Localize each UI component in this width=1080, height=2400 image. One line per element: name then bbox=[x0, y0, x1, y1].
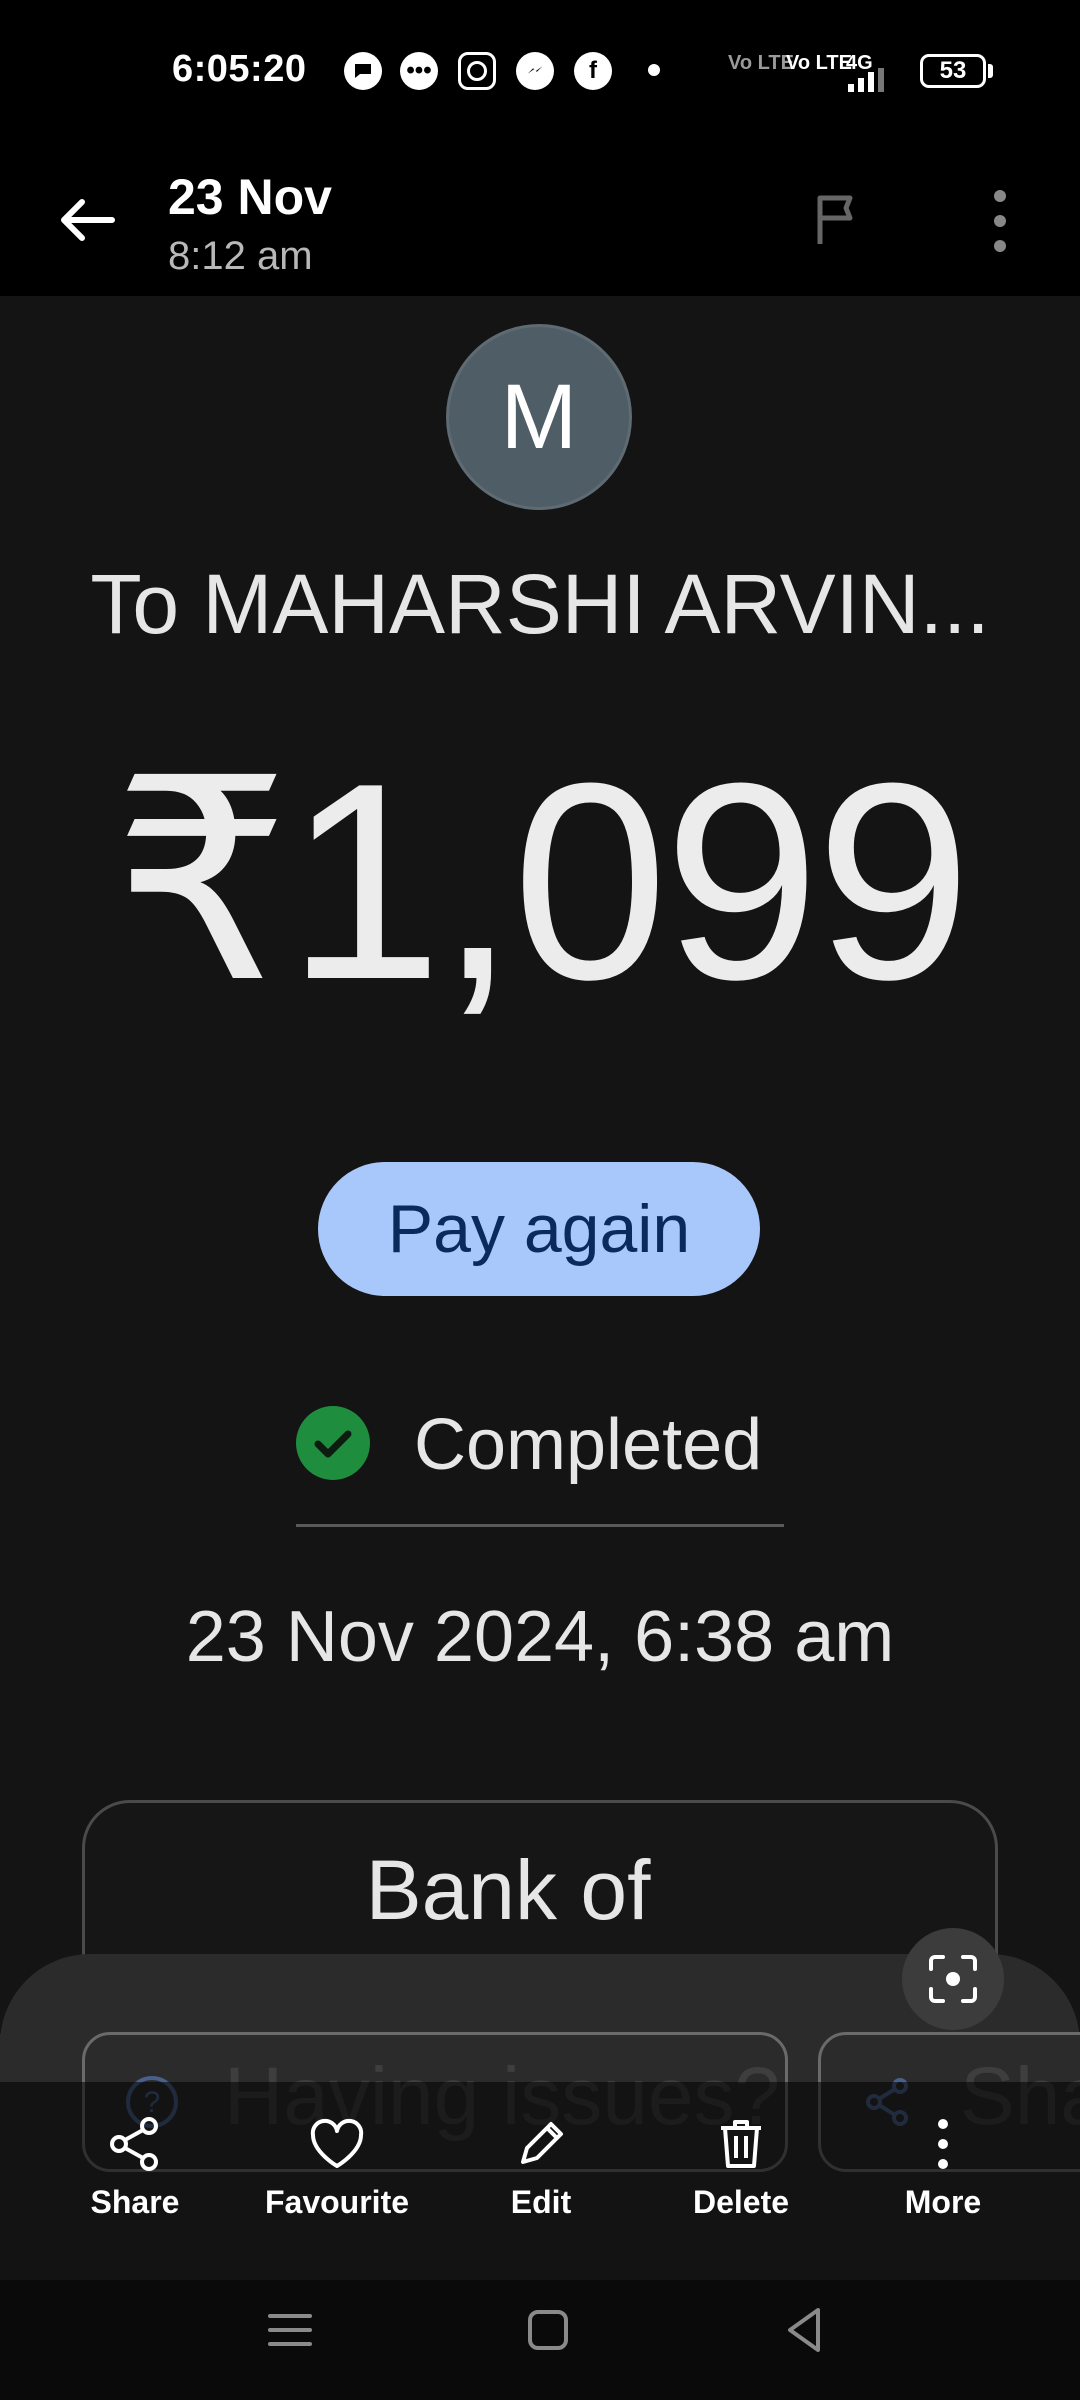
favourite-label: Favourite bbox=[264, 2184, 410, 2220]
status-time: 6:05:20 bbox=[172, 48, 307, 90]
payee-name: To MAHARSHI ARVIN... bbox=[90, 557, 990, 651]
share-icon bbox=[110, 2117, 158, 2171]
volte-indicator-1: Vo LTE bbox=[728, 52, 794, 74]
lens-icon bbox=[929, 1955, 977, 2003]
battery-icon: 53 bbox=[920, 54, 986, 88]
signal-icon bbox=[848, 68, 888, 92]
photo-date: 23 Nov bbox=[168, 169, 332, 225]
dot-icon bbox=[648, 64, 660, 76]
share-label: Share bbox=[90, 2184, 180, 2220]
battery-tip bbox=[988, 64, 993, 78]
battery-level: 53 bbox=[939, 57, 967, 84]
home-icon[interactable] bbox=[518, 2300, 578, 2360]
pay-again-button[interactable]: Pay again bbox=[318, 1162, 760, 1296]
bank-name: Bank of bbox=[365, 1843, 651, 1937]
instagram-icon bbox=[458, 52, 496, 90]
edit-label: Edit bbox=[510, 2184, 572, 2220]
favourite-action[interactable]: Favourite bbox=[252, 2114, 422, 2221]
delete-label: Delete bbox=[692, 2184, 790, 2220]
pencil-icon bbox=[521, 2122, 563, 2164]
back-arrow-icon[interactable] bbox=[50, 180, 130, 260]
messenger-icon bbox=[516, 52, 554, 90]
heart-icon bbox=[310, 2118, 364, 2168]
flag-icon[interactable] bbox=[808, 190, 868, 250]
share-action[interactable]: Share bbox=[50, 2114, 220, 2221]
volte-indicator-2: Vo LTE bbox=[786, 52, 852, 74]
chat-bubble-icon: ••• bbox=[400, 52, 438, 90]
top-app-bar bbox=[0, 140, 1080, 296]
delete-action[interactable]: Delete bbox=[656, 2114, 826, 2221]
payee-avatar: M bbox=[446, 324, 632, 510]
divider bbox=[296, 1524, 784, 1527]
lens-button[interactable] bbox=[902, 1928, 1004, 2030]
recents-icon[interactable] bbox=[260, 2300, 320, 2360]
transaction-datetime: 23 Nov 2024, 6:38 am bbox=[185, 1597, 895, 1677]
more-action[interactable]: More bbox=[858, 2114, 1028, 2221]
amount: ₹1,099 bbox=[112, 726, 972, 1038]
more-label: More bbox=[904, 2184, 982, 2220]
photo-time: 8:12 am bbox=[168, 234, 313, 278]
more-vert-icon bbox=[938, 2119, 948, 2169]
trash-icon bbox=[721, 2120, 761, 2168]
message-icon bbox=[344, 52, 382, 90]
check-circle-icon bbox=[296, 1406, 370, 1480]
edit-action[interactable]: Edit bbox=[456, 2114, 626, 2221]
overflow-menu-icon[interactable] bbox=[970, 186, 1030, 256]
facebook-icon: f bbox=[574, 52, 612, 90]
status-label: Completed bbox=[414, 1405, 763, 1485]
back-nav-icon[interactable] bbox=[776, 2300, 836, 2360]
avatar-letter: M bbox=[500, 365, 578, 468]
